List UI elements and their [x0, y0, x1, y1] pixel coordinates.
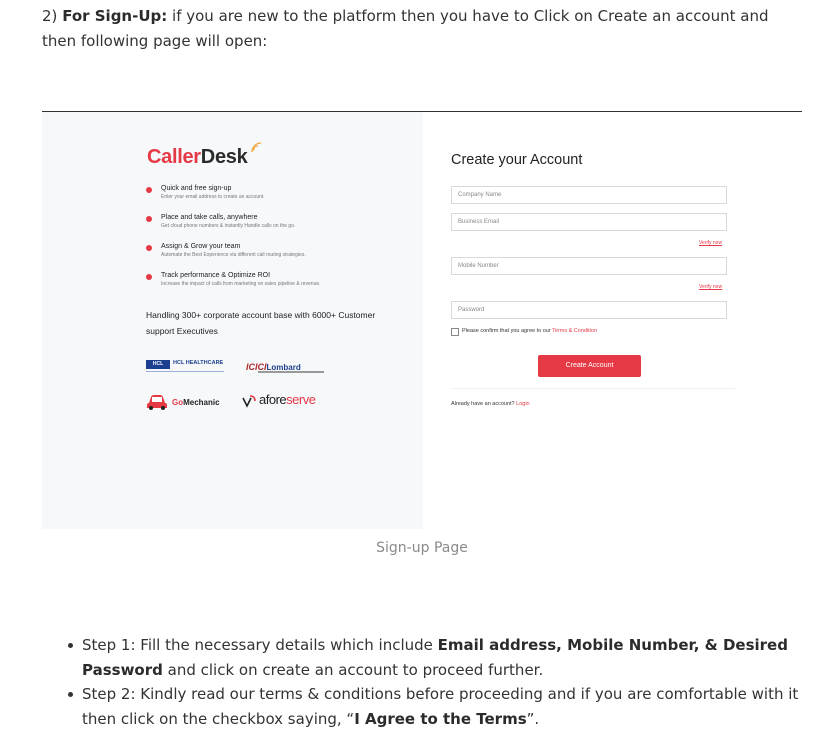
feature-list: Quick and free sign-up Enter your email …: [146, 185, 396, 301]
password-input[interactable]: Password: [451, 301, 727, 319]
image-caption: Sign-up Page: [376, 540, 468, 556]
bullet-icon: [146, 245, 152, 251]
bullet-icon: [146, 187, 152, 193]
mobile-number-input[interactable]: Mobile Number: [451, 257, 727, 275]
aforeserve-symbol-icon: [242, 395, 256, 408]
hcl-healthcare-logo: HCL HCL HEALTHCARE: [146, 360, 224, 372]
list-item: Step 1: Fill the necessary details which…: [68, 633, 802, 682]
terms-link[interactable]: Terms & Condition: [552, 328, 597, 334]
verify-email-link[interactable]: Verify now: [699, 240, 722, 246]
list-item: Step 2: Kindly read our terms & conditio…: [68, 682, 802, 731]
handling-text: Handling 300+ corporate account base wit…: [146, 310, 376, 336]
verify-mobile-link[interactable]: Verify now: [699, 284, 722, 290]
feature-item: Quick and free sign-up Enter your email …: [146, 185, 396, 214]
signup-screenshot: CallerDesk Quick and free sign-up Enter …: [42, 112, 802, 529]
feature-item: Track performance & Optimize ROI Increas…: [146, 272, 396, 301]
bullet-icon: [68, 643, 73, 648]
terms-checkbox[interactable]: [451, 328, 459, 336]
business-email-input[interactable]: Business Email: [451, 213, 727, 231]
signal-wave-icon: [251, 142, 262, 153]
intro-paragraph: 2) For Sign-Up: if you are new to the pl…: [42, 4, 802, 54]
bullet-icon: [146, 216, 152, 222]
intro-bold-label: For Sign-Up:: [62, 7, 168, 25]
intro-number: 2): [42, 7, 58, 25]
login-link[interactable]: Login: [516, 401, 529, 407]
feature-item: Place and take calls, anywhere Get cloud…: [146, 214, 396, 243]
marketing-panel: CallerDesk Quick and free sign-up Enter …: [42, 112, 423, 529]
bullet-icon: [68, 692, 73, 697]
login-prompt: Already have an account? Login: [451, 401, 530, 407]
signup-form: Create your Account Company Name Busines…: [423, 112, 802, 529]
steps-list: Step 1: Fill the necessary details which…: [42, 633, 802, 731]
bullet-icon: [146, 274, 152, 280]
form-title: Create your Account: [451, 152, 583, 168]
car-icon: [147, 395, 167, 410]
feature-item: Assign & Grow your team Automate the Bes…: [146, 243, 396, 272]
company-name-input[interactable]: Company Name: [451, 186, 727, 204]
form-separator: [451, 388, 735, 389]
callerdesk-logo: CallerDesk: [147, 146, 248, 168]
create-account-button[interactable]: Create Account: [538, 355, 641, 377]
icici-lombard-logo: ICICILombard: [246, 357, 324, 377]
